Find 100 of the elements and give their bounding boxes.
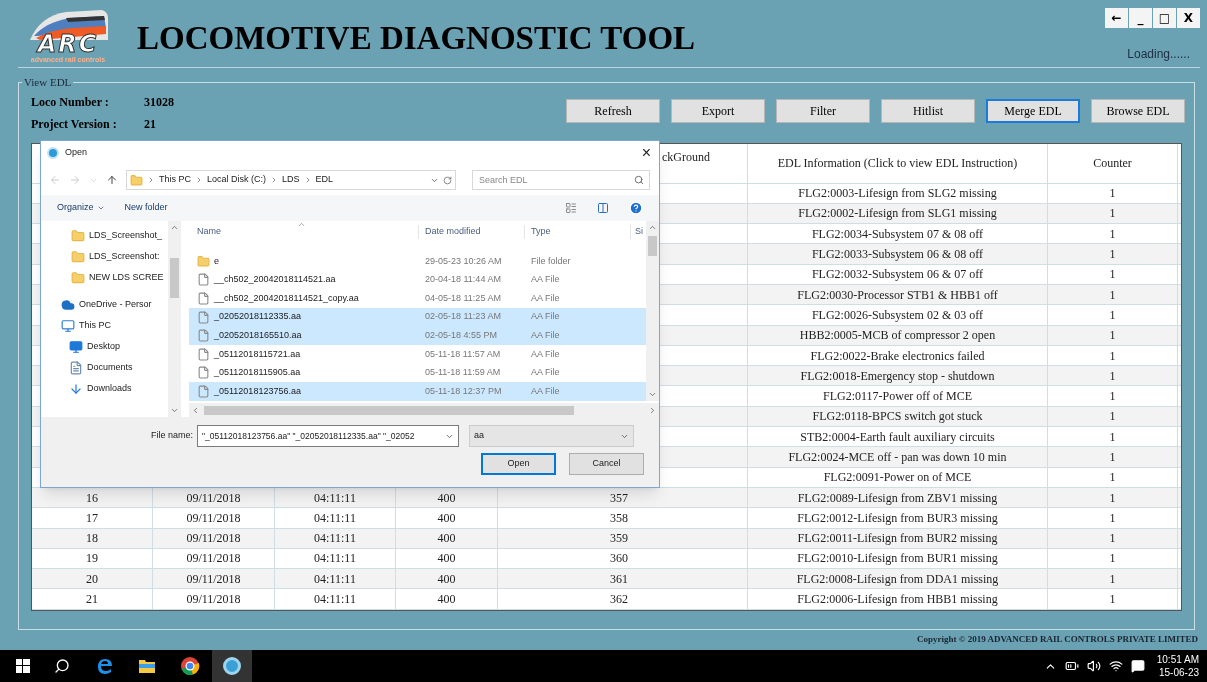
file-row[interactable]: e 29-05-23 10:26 AM File folder — [189, 252, 646, 271]
open-button[interactable]: Open — [481, 453, 556, 475]
column-header[interactable]: Si — [631, 225, 643, 239]
file-type-dropdown[interactable]: aa — [469, 425, 635, 447]
file-row[interactable]: _05112018123756.aa 05-11-18 12:37 PM AA File — [189, 382, 646, 401]
new-folder-button[interactable]: New folder — [124, 201, 168, 215]
table-cell: FLG2:0033-Subsystem 06 & 08 off — [748, 244, 1048, 264]
folder-icon[interactable] — [138, 658, 156, 674]
organize-button[interactable]: Organize — [57, 201, 105, 215]
table-cell: 400 — [396, 569, 498, 589]
dialog-title: Open — [65, 146, 88, 160]
field-label: Loco Number : — [31, 93, 110, 111]
table-cell: 09/11/2018 — [153, 569, 275, 589]
table-cell: 400 — [396, 589, 498, 609]
view-options-icon[interactable] — [565, 202, 577, 214]
battery-icon[interactable] — [1064, 659, 1079, 673]
nav-item[interactable]: LDS_Screenshot_ — [89, 228, 163, 243]
active-app-button[interactable] — [212, 650, 252, 682]
address-bar[interactable]: This PC Local Disk (C:) LDS EDL — [126, 170, 456, 190]
scroll-up-icon[interactable] — [170, 223, 179, 232]
file-type: AA File — [530, 366, 561, 380]
toolbar-button[interactable]: Export — [671, 98, 765, 123]
nav-item[interactable]: This PC — [79, 318, 111, 333]
nav-item[interactable]: OneDrive - Persor — [79, 297, 152, 312]
volume-icon[interactable] — [1086, 659, 1101, 673]
breadcrumb-item[interactable]: EDL — [315, 173, 334, 187]
table-cell: 20 — [32, 569, 153, 589]
file-row[interactable]: _02052018165510.aa 02-05-18 4:55 PM AA File — [189, 326, 646, 345]
column-header[interactable]: Type — [525, 225, 631, 239]
browser-icon[interactable] — [96, 657, 114, 675]
search-field[interactable]: Search EDL — [472, 170, 650, 190]
table-cell: FLG2:0032-Subsystem 06 & 07 off — [748, 264, 1048, 284]
file-row[interactable]: __ch502_20042018114521.aa 20-04-18 11:44 AM AA File — [189, 270, 646, 290]
file-row[interactable]: _05112018115905.aa 05-11-18 11:59 AM AA File — [189, 363, 646, 383]
help-icon[interactable] — [629, 201, 643, 215]
table-cell: 04:11:11 — [275, 569, 396, 589]
window-control[interactable]: _ — [1129, 8, 1152, 28]
scroll-thumb[interactable] — [204, 405, 574, 415]
nav-item[interactable]: Desktop — [87, 339, 121, 354]
table-cell: 1 — [1048, 528, 1178, 548]
file-type: AA File — [530, 310, 561, 324]
nav-item[interactable]: NEW LDS SCREE — [89, 270, 164, 285]
column-header[interactable]: Counter — [1048, 143, 1178, 183]
chevron-icon — [147, 176, 155, 184]
file-name: _02052018112335.aa — [214, 310, 301, 324]
table-cell: 18 — [32, 528, 153, 548]
breadcrumb-item[interactable]: Local Disk (C:) — [207, 173, 267, 187]
breadcrumb-item[interactable]: This PC — [159, 173, 191, 187]
network-icon[interactable] — [1108, 659, 1123, 673]
file-type: File folder — [530, 254, 572, 268]
toolbar-button[interactable]: Hitlist — [881, 98, 975, 123]
column-header[interactable]: Date modified — [419, 225, 525, 239]
refresh-icon[interactable] — [443, 175, 452, 185]
app-title: LOCOMOTIVE DIAGNOSTIC TOOL — [137, 22, 696, 55]
toolbar-button[interactable]: Refresh — [566, 98, 660, 123]
scroll-left-icon[interactable] — [191, 405, 200, 415]
scroll-thumb[interactable] — [648, 236, 657, 256]
chrome-icon[interactable] — [180, 656, 200, 676]
file-row[interactable]: _05112018115721.aa 05-11-18 11:57 AM AA File — [189, 344, 646, 364]
preview-pane-icon[interactable] — [597, 202, 609, 214]
field-value: 31028 — [144, 93, 174, 111]
file-name-field[interactable]: "_05112018123756.aa" "_02052018112335.aa" "_02052 — [197, 425, 460, 447]
scrollbar[interactable] — [168, 221, 181, 417]
scrollbar[interactable] — [646, 221, 659, 401]
notification-icon[interactable] — [1130, 659, 1145, 673]
file-name: __ch502_20042018114521.aa — [214, 273, 336, 287]
cancel-button[interactable]: Cancel — [569, 453, 644, 475]
toolbar-button[interactable]: Merge EDL — [986, 98, 1080, 123]
up-folder-icon[interactable] — [106, 174, 118, 186]
window-control[interactable]: □ — [1153, 8, 1176, 28]
file-name: __ch502_20042018114521_copy.aa — [214, 291, 359, 305]
table-cell: FLG2:0012-Lifesign from BUR3 missing — [748, 508, 1048, 528]
scroll-right-icon[interactable] — [648, 405, 657, 415]
scroll-thumb[interactable] — [170, 258, 179, 298]
search-icon[interactable] — [54, 658, 70, 674]
nav-item[interactable]: LDS_Screenshot: — [89, 249, 160, 264]
column-header[interactable]: Name — [189, 225, 419, 239]
window-control[interactable]: X — [1177, 8, 1200, 28]
file-row[interactable]: __ch502_20042018114521_copy.aa 04-05-18 11:25 AM AA File — [189, 289, 646, 308]
toolbar-button[interactable]: Browse EDL — [1091, 98, 1185, 123]
column-header[interactable]: EDL Information (Click to view EDL Instruction) — [748, 143, 1048, 183]
window-control[interactable]: ← — [1105, 8, 1128, 28]
table-cell: FLG2:0006-Lifesign from HBB1 missing — [748, 589, 1048, 609]
scroll-down-icon[interactable] — [170, 406, 179, 415]
close-button[interactable]: × — [639, 145, 653, 161]
file-row[interactable]: _02052018112335.aa 02-05-18 11:23 AM AA File — [189, 307, 646, 327]
scroll-up-icon[interactable] — [648, 223, 657, 232]
table-cell: FLG2:0011-Lifesign from BUR2 missing — [748, 528, 1048, 548]
nav-item[interactable]: Downloads — [87, 381, 132, 396]
table-cell: FLG2:0018-Emergency stop - shutdown — [748, 366, 1048, 386]
nav-item[interactable]: Documents — [87, 360, 133, 375]
table-cell: 1 — [1048, 305, 1178, 325]
clock[interactable]: 10:51 AM 15-06-23 — [1156, 653, 1199, 679]
table-cell: 17 — [32, 508, 153, 528]
scrollbar[interactable] — [189, 403, 659, 417]
table-cell: 1 — [1048, 548, 1178, 569]
toolbar-button[interactable]: Filter — [776, 98, 870, 123]
table-cell: 09/11/2018 — [153, 548, 275, 569]
file-icon — [197, 292, 210, 305]
breadcrumb-item[interactable]: LDS — [282, 173, 300, 187]
